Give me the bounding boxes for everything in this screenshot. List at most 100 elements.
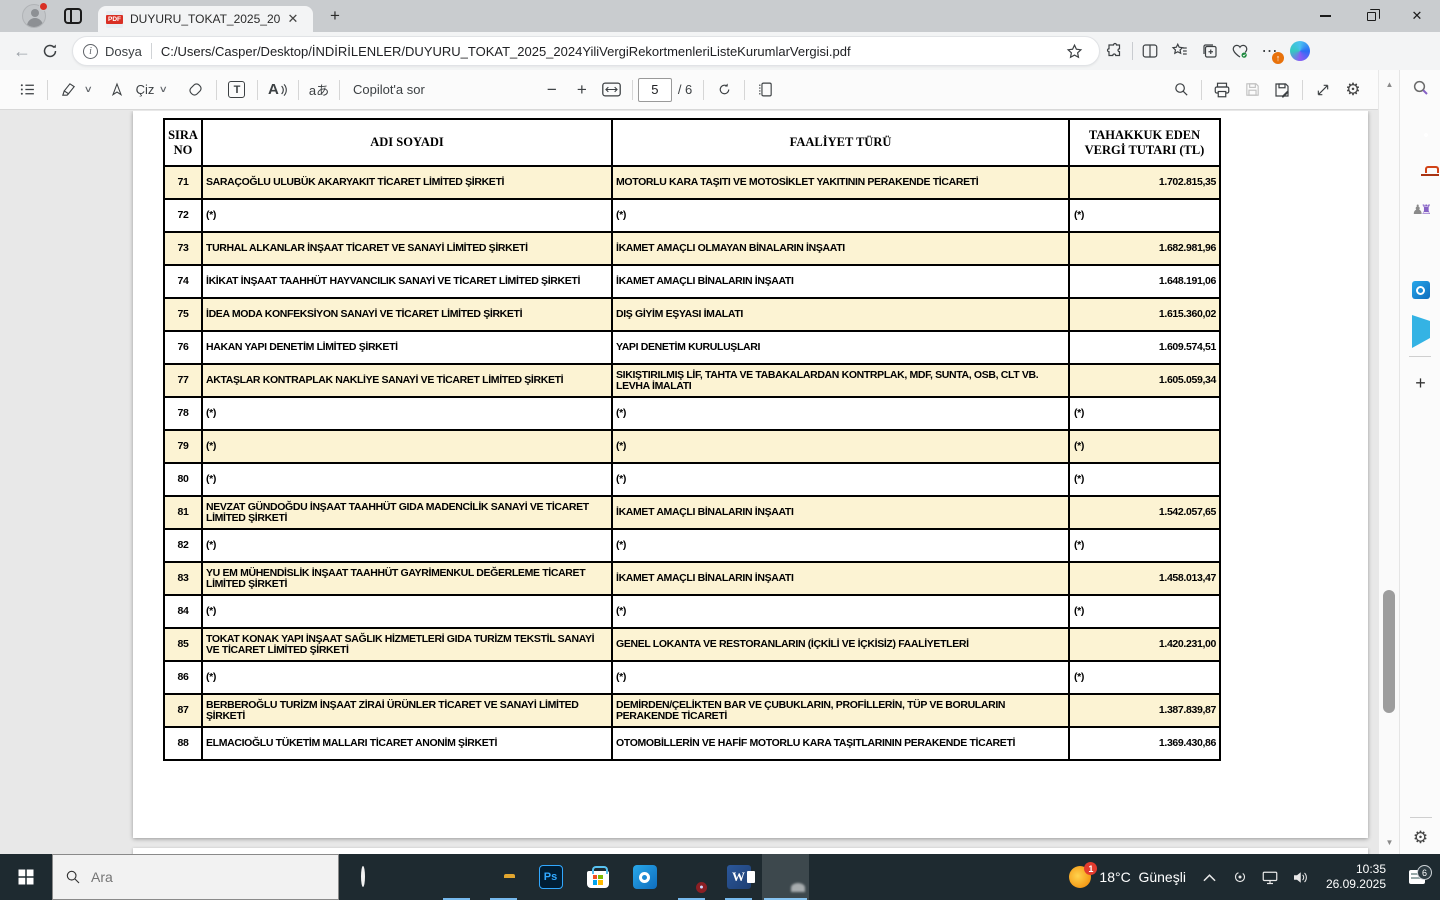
collections-icon[interactable] (1195, 36, 1225, 66)
back-icon[interactable]: ← (8, 37, 36, 65)
close-button[interactable]: ✕ (1394, 0, 1440, 32)
add-text-icon[interactable]: T (222, 75, 252, 105)
fullscreen-icon[interactable] (1308, 75, 1338, 105)
search-document-icon[interactable] (1166, 75, 1196, 105)
save-icon[interactable] (1237, 75, 1267, 105)
page-info-icon[interactable]: i (83, 43, 98, 59)
highlighter-icon[interactable] (53, 75, 83, 105)
notification-center-button[interactable]: 6 (1400, 865, 1434, 884)
print-icon[interactable] (1207, 75, 1237, 105)
zoom-out-icon[interactable]: − (537, 75, 567, 105)
taskbar-app-edge[interactable] (762, 854, 809, 900)
highlighter-dropdown-icon[interactable]: ∨ (84, 84, 93, 95)
taskbar-app-cortana[interactable] (339, 854, 386, 900)
scrollbar-thumb[interactable] (1383, 590, 1395, 713)
clock-widget[interactable]: 10:35 26.09.2025 (1318, 862, 1394, 892)
draw-dropdown-icon[interactable]: ∨ (159, 84, 168, 95)
restore-button[interactable] (1348, 0, 1394, 32)
url-field[interactable]: i Dosya C:/Users/Casper/Desktop/İNDİRİLE… (72, 36, 1100, 66)
edge-sidebar: ♟♜ + ⚙ (1399, 70, 1440, 854)
draw-pen-icon[interactable] (102, 75, 132, 105)
cell-vergi-tutari: 1.369.430,86 (1068, 726, 1221, 761)
new-tab-button[interactable]: + (323, 4, 347, 28)
sidebar-add-button[interactable]: + (1400, 363, 1440, 403)
sidebar-item-search[interactable] (1400, 70, 1440, 110)
pdf-scrollbar[interactable]: ▲ ▼ (1378, 70, 1399, 854)
translate-icon[interactable]: aあ (304, 75, 334, 105)
sidebar-item-tools[interactable] (1400, 150, 1440, 190)
rotate-icon[interactable] (709, 75, 739, 105)
zoom-in-icon[interactable]: + (567, 75, 597, 105)
cell-sira-no: 72 (163, 198, 203, 233)
volume-icon[interactable] (1288, 870, 1312, 885)
scroll-up-icon[interactable]: ▲ (1379, 76, 1400, 92)
split-screen-icon[interactable] (1135, 36, 1165, 66)
taskbar-app-chrome-profile[interactable]: ● (668, 854, 715, 900)
taskbar-app-photoshop[interactable]: Ps (527, 854, 574, 900)
ask-copilot-button[interactable]: Copilot'a sor (353, 82, 425, 97)
save-as-icon[interactable] (1267, 75, 1297, 105)
weather-widget[interactable]: 1 18°C Güneşli (1063, 862, 1192, 888)
page-view-icon[interactable] (750, 75, 780, 105)
extensions-icon[interactable] (1100, 36, 1130, 66)
cell-vergi-tutari: 1.682.981,96 (1068, 231, 1221, 266)
sidebar-item-shopping[interactable] (1400, 110, 1440, 150)
cell-sira-no: 80 (163, 462, 203, 497)
divider (297, 79, 299, 100)
tab-pdf-document[interactable]: PDF DUYURU_TOKAT_2025_2024YiliVe ✕ (98, 6, 313, 32)
divider (1132, 42, 1133, 60)
taskbar-app-outlook[interactable] (621, 854, 668, 900)
sidebar-settings-gear-icon[interactable]: ⚙ (1413, 828, 1428, 848)
tray-chevron-up-icon[interactable] (1198, 873, 1222, 882)
cell-adi-soyadi: AKTAŞLAR KONTRAPLAK NAKLİYE SANAYİ VE Tİ… (201, 363, 613, 398)
cell-adi-soyadi: (*) (201, 462, 613, 497)
scroll-down-icon[interactable]: ▼ (1379, 834, 1400, 850)
minimize-button[interactable] (1302, 0, 1348, 32)
taskbar-app-chrome[interactable] (433, 854, 480, 900)
fit-to-width-icon[interactable] (597, 75, 627, 105)
cell-sira-no: 86 (163, 660, 203, 695)
taskbar-app-word[interactable]: W (715, 854, 762, 900)
header-sira-no: SIRA NO (163, 118, 203, 167)
cell-faaliyet-turu: (*) (611, 660, 1070, 695)
read-aloud-icon[interactable]: A (263, 75, 293, 105)
taskbar-app-file-explorer[interactable] (480, 854, 527, 900)
pdf-settings-gear-icon[interactable]: ⚙ (1338, 75, 1368, 105)
copilot-icon[interactable] (1285, 36, 1315, 66)
more-menu-icon[interactable]: ⋯ ↑ (1255, 36, 1285, 66)
refresh-icon[interactable] (36, 37, 64, 65)
profile-badge: ● (695, 881, 708, 894)
start-button[interactable] (0, 854, 52, 900)
search-icon (1412, 79, 1430, 102)
network-icon[interactable] (1258, 870, 1282, 885)
sidebar-item-microsoft-365[interactable] (1400, 230, 1440, 270)
workspaces-icon[interactable] (64, 8, 82, 24)
profile-avatar[interactable] (22, 2, 48, 28)
divider (1302, 79, 1303, 100)
favorites-icon[interactable] (1165, 36, 1195, 66)
cell-sira-no: 88 (163, 726, 203, 761)
taskbar-search-box[interactable] (52, 854, 339, 900)
draw-label[interactable]: Çiz (136, 82, 155, 97)
tab-close-icon[interactable]: ✕ (284, 10, 302, 28)
eraser-icon[interactable] (181, 75, 211, 105)
table-of-contents-icon[interactable] (12, 75, 42, 105)
cell-faaliyet-turu: İKAMET AMAÇLI OLMAYAN BİNALARIN İNŞAATI (611, 231, 1070, 266)
sidebar-item-games[interactable]: ♟♜ (1400, 190, 1440, 230)
cell-faaliyet-turu: İKAMET AMAÇLI BİNALARIN İNŞAATI (611, 495, 1070, 530)
cell-sira-no: 82 (163, 528, 203, 563)
favorite-star-icon[interactable] (1059, 36, 1089, 66)
url-text[interactable]: C:/Users/Casper/Desktop/İNDİRİLENLER/DUY… (161, 44, 1053, 59)
window-controls: ✕ (1302, 0, 1440, 32)
browser-essentials-icon[interactable] (1225, 36, 1255, 66)
taskbar-app-copilot[interactable] (386, 854, 433, 900)
tray-sync-icon[interactable] (1228, 869, 1252, 885)
sidebar-item-drop[interactable] (1400, 310, 1440, 350)
cell-vergi-tutari: (*) (1068, 528, 1221, 563)
page-number-input[interactable] (637, 77, 672, 102)
taskbar-search-input[interactable] (91, 869, 291, 885)
taskbar-app-microsoft-store[interactable] (574, 854, 621, 900)
sidebar-item-outlook[interactable] (1400, 270, 1440, 310)
cell-vergi-tutari: 1.387.839,87 (1068, 693, 1221, 728)
table-row: 71 SARAÇOĞLU ULUBÜK AKARYAKIT TİCARET LİM… (163, 165, 1221, 200)
